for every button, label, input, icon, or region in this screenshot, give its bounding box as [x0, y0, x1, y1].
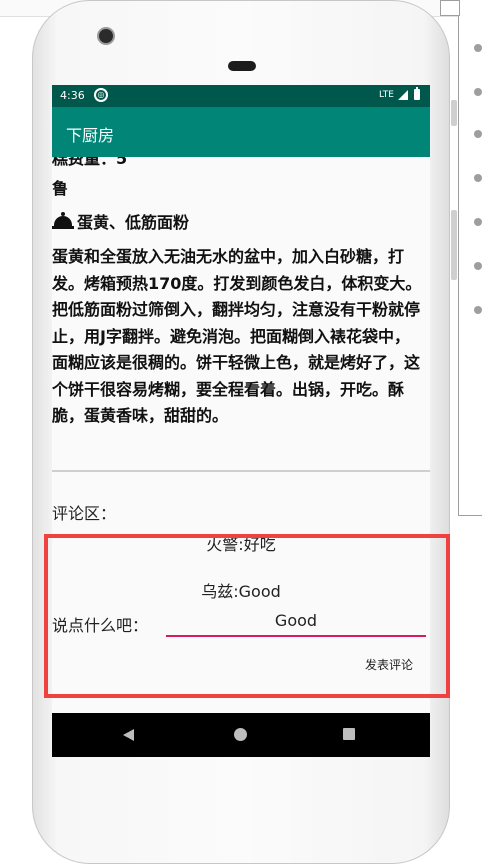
recipe-taste: 鲁	[52, 179, 69, 198]
comment-input-label: 说点什么吧：	[52, 616, 149, 635]
device-screen: 4:36 ◎ LTE 下厨房 糕费量：5 鲁 蛋黄、低筋面粉 蛋黄和全蛋放入无油…	[52, 85, 430, 757]
recipe-ingredients-row: 蛋黄、低筋面粉	[52, 209, 189, 233]
recipe-ingredients: 蛋黄、低筋面粉	[77, 213, 190, 232]
side-toolbar-icon	[474, 88, 482, 96]
app-title: 下厨房	[66, 126, 115, 145]
comment-input[interactable]	[166, 605, 426, 637]
side-toolbar-icon	[474, 306, 482, 314]
publish-comment-button[interactable]: 发表评论	[354, 648, 424, 680]
app-bar: 下厨房	[52, 107, 430, 157]
back-icon[interactable]	[123, 729, 134, 741]
navigation-bar	[52, 713, 430, 757]
desktop-side-panel	[458, 0, 482, 516]
side-toolbar-icon	[474, 130, 482, 138]
side-toolbar-icon	[474, 262, 482, 270]
comment-item: 火警:好吃	[206, 535, 276, 554]
comments-header: 评论区：	[52, 504, 117, 523]
desktop-corner-button	[440, 0, 460, 16]
side-toolbar-icon	[474, 218, 482, 226]
recipe-clipped-line: 糕费量：5	[52, 157, 128, 168]
power-button[interactable]	[451, 100, 457, 126]
side-toolbar-icon	[474, 44, 482, 52]
front-camera	[97, 27, 115, 45]
status-time: 4:36	[60, 89, 85, 102]
app-notification-icon: ◎	[94, 88, 108, 102]
recipe-content[interactable]: 糕费量：5 鲁 蛋黄、低筋面粉 蛋黄和全蛋放入无油无水的盆中，加入白砂糖，打发。…	[52, 157, 430, 713]
recents-icon[interactable]	[343, 728, 355, 740]
battery-icon	[414, 87, 420, 100]
side-toolbar-icon	[474, 174, 482, 182]
home-icon[interactable]	[234, 728, 247, 741]
signal-icon	[398, 90, 408, 100]
volume-button[interactable]	[451, 210, 457, 280]
section-divider	[52, 470, 430, 472]
earpiece-speaker	[228, 61, 256, 71]
recipe-steps: 蛋黄和全蛋放入无油无水的盆中，加入白砂糖，打发。烤箱预热170度。打发到颜色发白…	[52, 247, 422, 425]
comment-item: 乌兹:Good	[201, 582, 281, 601]
network-type: LTE	[379, 90, 394, 100]
cloche-icon	[52, 212, 74, 230]
status-bar: 4:36 ◎ LTE	[52, 85, 430, 107]
